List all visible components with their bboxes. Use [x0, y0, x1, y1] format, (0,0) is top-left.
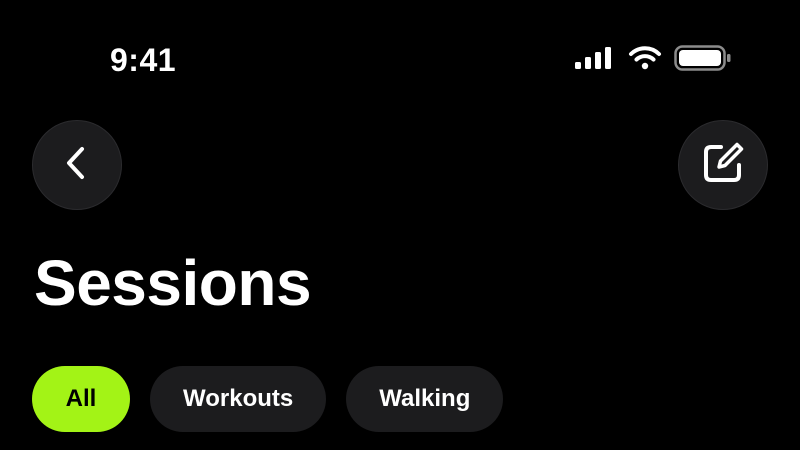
filter-chip-walking[interactable]: Walking	[346, 366, 504, 432]
chevron-left-icon	[62, 143, 92, 188]
back-button[interactable]	[32, 120, 122, 210]
cellular-signal-icon	[574, 46, 614, 74]
wifi-icon	[628, 45, 662, 75]
compose-button[interactable]	[678, 120, 768, 210]
filter-chip-workouts[interactable]: Workouts	[150, 366, 327, 432]
page-title: Sessions	[34, 247, 312, 319]
status-icons	[574, 44, 732, 76]
filter-chips: All Workouts Walking	[32, 366, 504, 432]
compose-icon	[699, 139, 747, 192]
filter-chip-all[interactable]: All	[32, 366, 130, 432]
battery-icon	[674, 44, 732, 76]
status-time: 9:41	[110, 42, 177, 78]
